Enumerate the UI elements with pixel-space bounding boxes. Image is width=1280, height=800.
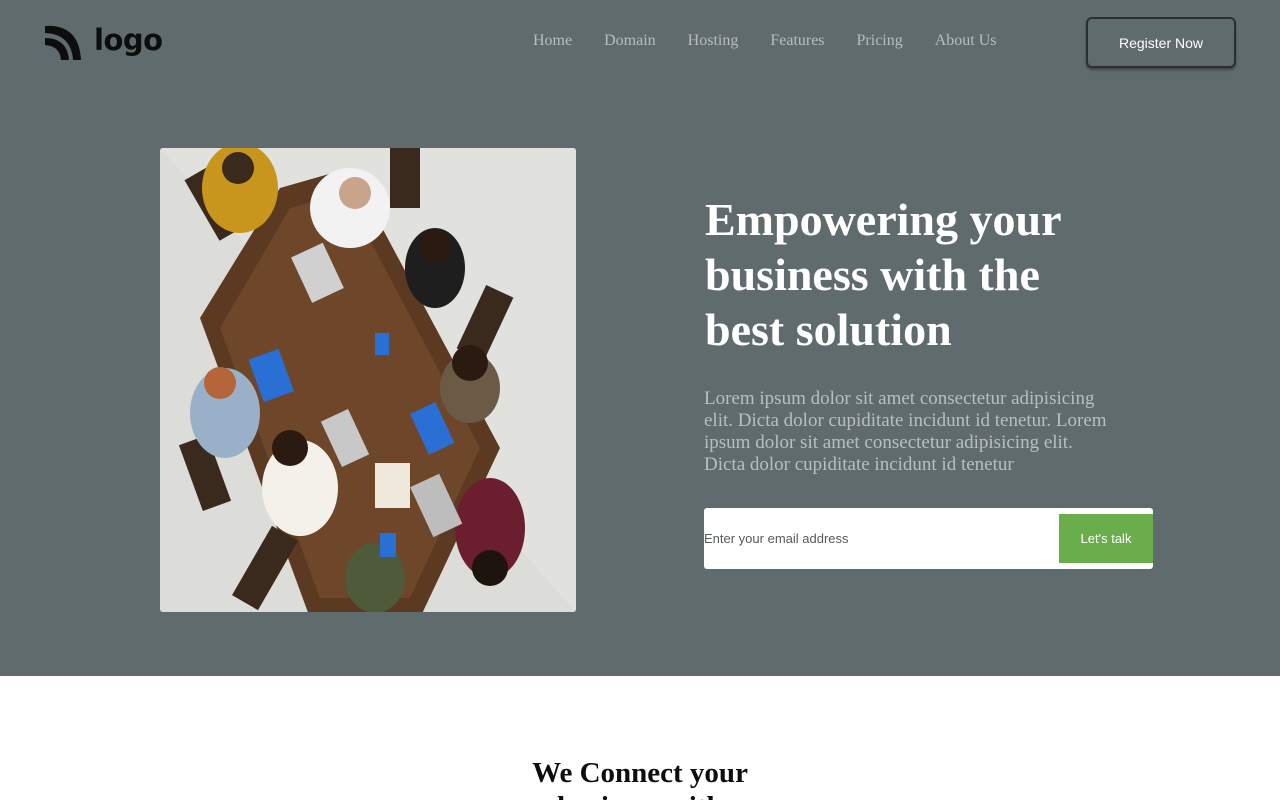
nav-features[interactable]: Features <box>770 31 824 51</box>
section-title: We Connect your business with <box>532 757 748 800</box>
email-signup-form: Let's talk <box>704 508 1153 569</box>
email-input[interactable] <box>704 508 1054 569</box>
team-meeting-photo-icon <box>160 148 576 612</box>
nav-pricing[interactable]: Pricing <box>857 31 903 51</box>
nav-home[interactable]: Home <box>533 31 572 51</box>
register-now-button[interactable]: Register Now <box>1086 17 1236 68</box>
hero-section: logo Home Domain Hosting Features Pricin… <box>0 0 1280 676</box>
hero-description: Lorem ipsum dolor sit amet consectetur a… <box>704 388 1107 475</box>
nav-hosting[interactable]: Hosting <box>688 31 739 51</box>
logo[interactable]: logo <box>43 22 163 62</box>
logo-text: logo <box>94 22 163 57</box>
hero-headline: Empowering your business with the best s… <box>705 194 1061 355</box>
nav-about-us[interactable]: About Us <box>935 31 997 51</box>
nav-domain[interactable]: Domain <box>604 31 656 51</box>
logo-icon <box>45 25 81 60</box>
team-meeting-image <box>160 148 576 612</box>
main-nav: Home Domain Hosting Features Pricing Abo… <box>533 31 997 51</box>
lets-talk-button[interactable]: Let's talk <box>1059 514 1153 563</box>
